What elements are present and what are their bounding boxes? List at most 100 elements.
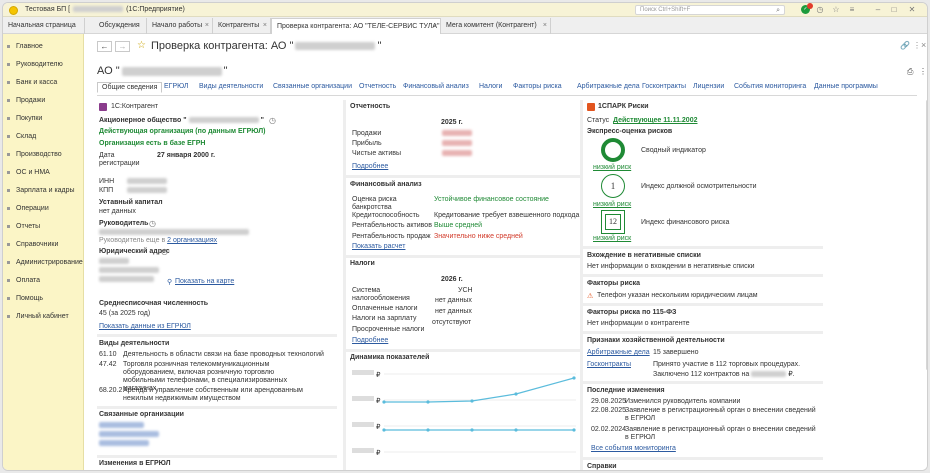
head-name <box>99 229 249 236</box>
close-icon[interactable]: ✕ <box>907 5 917 15</box>
app-window: Тестовая БП [(1С:Предприятие) Поиск Ctrl… <box>2 2 928 471</box>
related-label: Связанные организации <box>99 411 184 418</box>
sidebar-item-reports[interactable]: Отчеты <box>3 217 83 235</box>
more-icon[interactable]: ⋮ <box>919 67 927 76</box>
close-icon[interactable]: × <box>921 40 926 50</box>
risk-level-link[interactable]: низкий риск <box>593 164 631 171</box>
sidebar-item-salary[interactable]: Зарплата и кадры <box>3 181 83 199</box>
forward-button[interactable]: → <box>115 41 130 52</box>
main-content: ← → ☆ Проверка контрагента: АО " " 🔗 ⋮ × … <box>85 34 927 470</box>
minimize-icon[interactable]: – <box>873 5 883 15</box>
arbitration-link[interactable]: Арбитражные дела <box>587 349 650 356</box>
tab-fin-analysis[interactable]: Финансовый анализ <box>403 83 469 90</box>
favorites-icon[interactable]: ☆ <box>831 5 841 15</box>
rub-label: ₽ <box>376 450 381 457</box>
middle-column: Отчетность 2025 г. Продажи Прибыль Чисты… <box>343 100 583 470</box>
change-text: Заявление в регистрационный орган о внес… <box>625 426 816 441</box>
tab-egrul[interactable]: ЕГРЮЛ <box>164 83 188 90</box>
risk-level-link[interactable]: низкий риск <box>593 201 631 208</box>
menu-icon <box>7 278 10 282</box>
related-item[interactable] <box>99 440 149 447</box>
status-value[interactable]: Действующее 11.11.2002 <box>613 117 698 124</box>
data-point <box>572 376 576 380</box>
tab-getting-started[interactable]: Начало работы × <box>147 18 213 34</box>
back-button[interactable]: ← <box>97 41 112 52</box>
tab-taxes[interactable]: Налоги <box>479 83 502 90</box>
tax-more-link[interactable]: Подробнее <box>352 337 388 344</box>
history-icon[interactable]: ◷ <box>149 219 156 228</box>
section-tabs: Общие сведения ЕГРЮЛ Виды деятельности С… <box>97 82 917 96</box>
sidebar-item-catalogs[interactable]: Справочники <box>3 235 83 253</box>
history-icon[interactable]: ◷ <box>815 5 825 15</box>
close-icon[interactable]: × <box>433 19 437 34</box>
sidebar-item-bank[interactable]: Банк и касса <box>3 73 83 91</box>
sidebar-item-main[interactable]: Главное <box>3 37 83 55</box>
more-icon[interactable]: ⋮ <box>913 41 921 50</box>
egrul-data-link[interactable]: Показать данные из ЕГРЮЛ <box>99 323 191 330</box>
head-more-link[interactable]: 2 организациях <box>167 237 217 244</box>
sidebar-item-admin[interactable]: Администрирование <box>3 253 83 271</box>
tab-reporting[interactable]: Отчетность <box>359 83 396 90</box>
show-map-link[interactable]: Показать на карте <box>175 278 234 285</box>
tab-related[interactable]: Связанные организации <box>273 83 352 90</box>
all-events-link[interactable]: Все события мониторинга <box>591 445 676 452</box>
tab-licenses[interactable]: Лицензии <box>693 83 724 90</box>
tab-discussions[interactable]: Обсуждения <box>85 18 147 34</box>
sidebar-item-account[interactable]: Личный кабинет <box>3 307 83 325</box>
spark-logo-icon <box>587 103 595 111</box>
tab-mega-komitent[interactable]: Мега комитент (Контрагент) × <box>441 18 551 34</box>
menu-icon <box>7 314 10 318</box>
sidebar-item-warehouse[interactable]: Склад <box>3 127 83 145</box>
sidebar-item-help[interactable]: Помощь <box>3 289 83 307</box>
scrollbar[interactable] <box>926 100 927 370</box>
link-icon[interactable]: 🔗 <box>900 41 910 50</box>
tab-home[interactable]: Начальная страница <box>3 18 85 34</box>
sidebar-item-production[interactable]: Производство <box>3 145 83 163</box>
close-icon[interactable]: × <box>205 18 209 33</box>
sidebar-item-purchases[interactable]: Покупки <box>3 109 83 127</box>
global-search-input[interactable]: Поиск Ctrl+Shift+F ⌕ <box>635 5 785 15</box>
fin-value: Кредитование требует взвешенного подхода <box>434 212 580 219</box>
risk-level-link[interactable]: низкий риск <box>593 235 631 242</box>
dynamics-label: Динамика показателей <box>350 354 430 361</box>
related-item[interactable] <box>99 431 159 438</box>
addr-label: Юридический адрес <box>99 248 170 255</box>
gov-contracts-link[interactable]: Госконтракты <box>587 361 631 368</box>
f115-label: Факторы риска по 115-ФЗ <box>587 309 677 316</box>
sidebar-item-sales[interactable]: Продажи <box>3 91 83 109</box>
tab-arbitration[interactable]: Арбитражные дела <box>577 83 640 90</box>
print-icon[interactable]: ⎙ <box>907 67 913 77</box>
sidebar-item-payment[interactable]: Оплата <box>3 271 83 289</box>
notifications-icon[interactable]: ✓ <box>801 3 813 14</box>
history-icon[interactable]: ◷ <box>161 247 168 256</box>
capital-label: Уставный капитал <box>99 199 163 206</box>
status-active: Действующая организация (по данным ЕГРЮЛ… <box>99 128 266 135</box>
rub-label: ₽ <box>376 398 381 405</box>
show-calc-link[interactable]: Показать расчет <box>352 243 405 250</box>
maximize-icon[interactable]: □ <box>889 5 899 15</box>
tab-monitoring-events[interactable]: События мониторинга <box>734 83 806 90</box>
menu-icon[interactable]: ≡ <box>847 5 857 15</box>
tab-program-data[interactable]: Данные программы <box>814 83 878 90</box>
sidebar-item-assets[interactable]: ОС и НМА <box>3 163 83 181</box>
tab-risk-factors[interactable]: Факторы риска <box>513 83 562 90</box>
tab-counterparties[interactable]: Контрагенты × <box>213 18 271 34</box>
close-icon[interactable]: × <box>263 18 267 33</box>
tax-key: Система налогообложения <box>352 287 410 302</box>
tab-activities[interactable]: Виды деятельности <box>199 83 263 90</box>
favorite-star-icon[interactable]: ☆ <box>137 40 146 51</box>
sidebar-item-manager[interactable]: Руководителю <box>3 55 83 73</box>
close-icon[interactable]: × <box>543 18 547 33</box>
menu-icon <box>7 242 10 246</box>
reporting-more-link[interactable]: Подробнее <box>352 163 388 170</box>
tab-check-counterparty[interactable]: Проверка контрагента: АО "ТЕЛЕ-СЕРВИС ТУ… <box>271 18 441 34</box>
history-icon[interactable]: ◷ <box>269 116 276 125</box>
tab-gov-contracts[interactable]: Госконтракты <box>642 83 686 90</box>
change-text: Изменился руководитель компании <box>625 398 741 405</box>
tab-general[interactable]: Общие сведения <box>97 82 163 93</box>
addr-value <box>99 258 129 265</box>
related-item[interactable] <box>99 422 144 429</box>
sidebar-item-operations[interactable]: Операции <box>3 199 83 217</box>
head-label: Руководитель <box>99 220 149 227</box>
fin-key: Оценка риска банкротства <box>352 196 397 211</box>
